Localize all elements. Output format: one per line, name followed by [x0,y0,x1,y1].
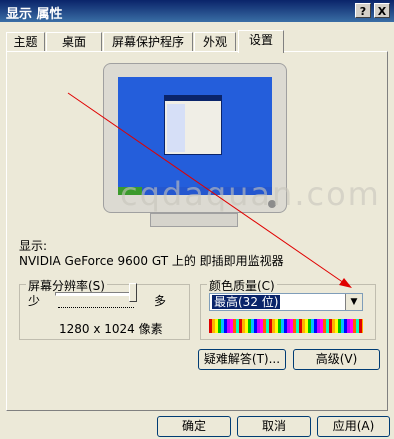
annotation-arrow-line [67,92,345,284]
annotation-arrow-head [339,278,352,288]
tab-settings[interactable]: 设置 [238,30,284,53]
annotation-arrow [67,92,352,288]
